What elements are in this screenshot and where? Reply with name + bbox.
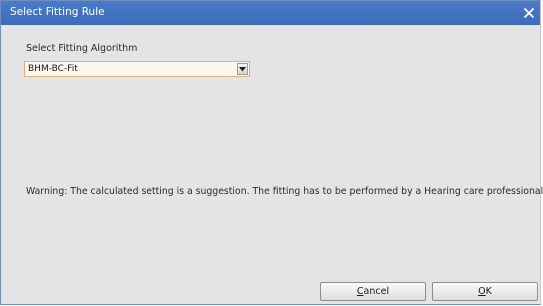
ok-label-rest: K — [485, 286, 492, 297]
warning-text: Warning: The calculated setting is a sug… — [26, 186, 543, 197]
algorithm-select[interactable]: BHM-BC-Fit — [24, 61, 250, 77]
close-button[interactable] — [521, 5, 537, 21]
title-bar: Select Fitting Rule — [1, 1, 540, 25]
cancel-label-rest: ancel — [363, 286, 390, 297]
close-icon — [524, 8, 534, 18]
ok-accelerator: O — [478, 286, 486, 297]
window-title: Select Fitting Rule — [10, 6, 105, 18]
algorithm-select-value: BHM-BC-Fit — [28, 64, 78, 74]
dropdown-button[interactable] — [237, 63, 248, 75]
algorithm-label: Select Fitting Algorithm — [26, 43, 138, 54]
ok-button[interactable]: OK — [432, 282, 538, 301]
cancel-accelerator: C — [356, 286, 364, 297]
cancel-button[interactable]: Cancel — [320, 282, 426, 301]
select-fitting-rule-dialog: Select Fitting Rule Select Fitting Algor… — [0, 0, 543, 305]
chevron-down-icon — [239, 67, 246, 72]
